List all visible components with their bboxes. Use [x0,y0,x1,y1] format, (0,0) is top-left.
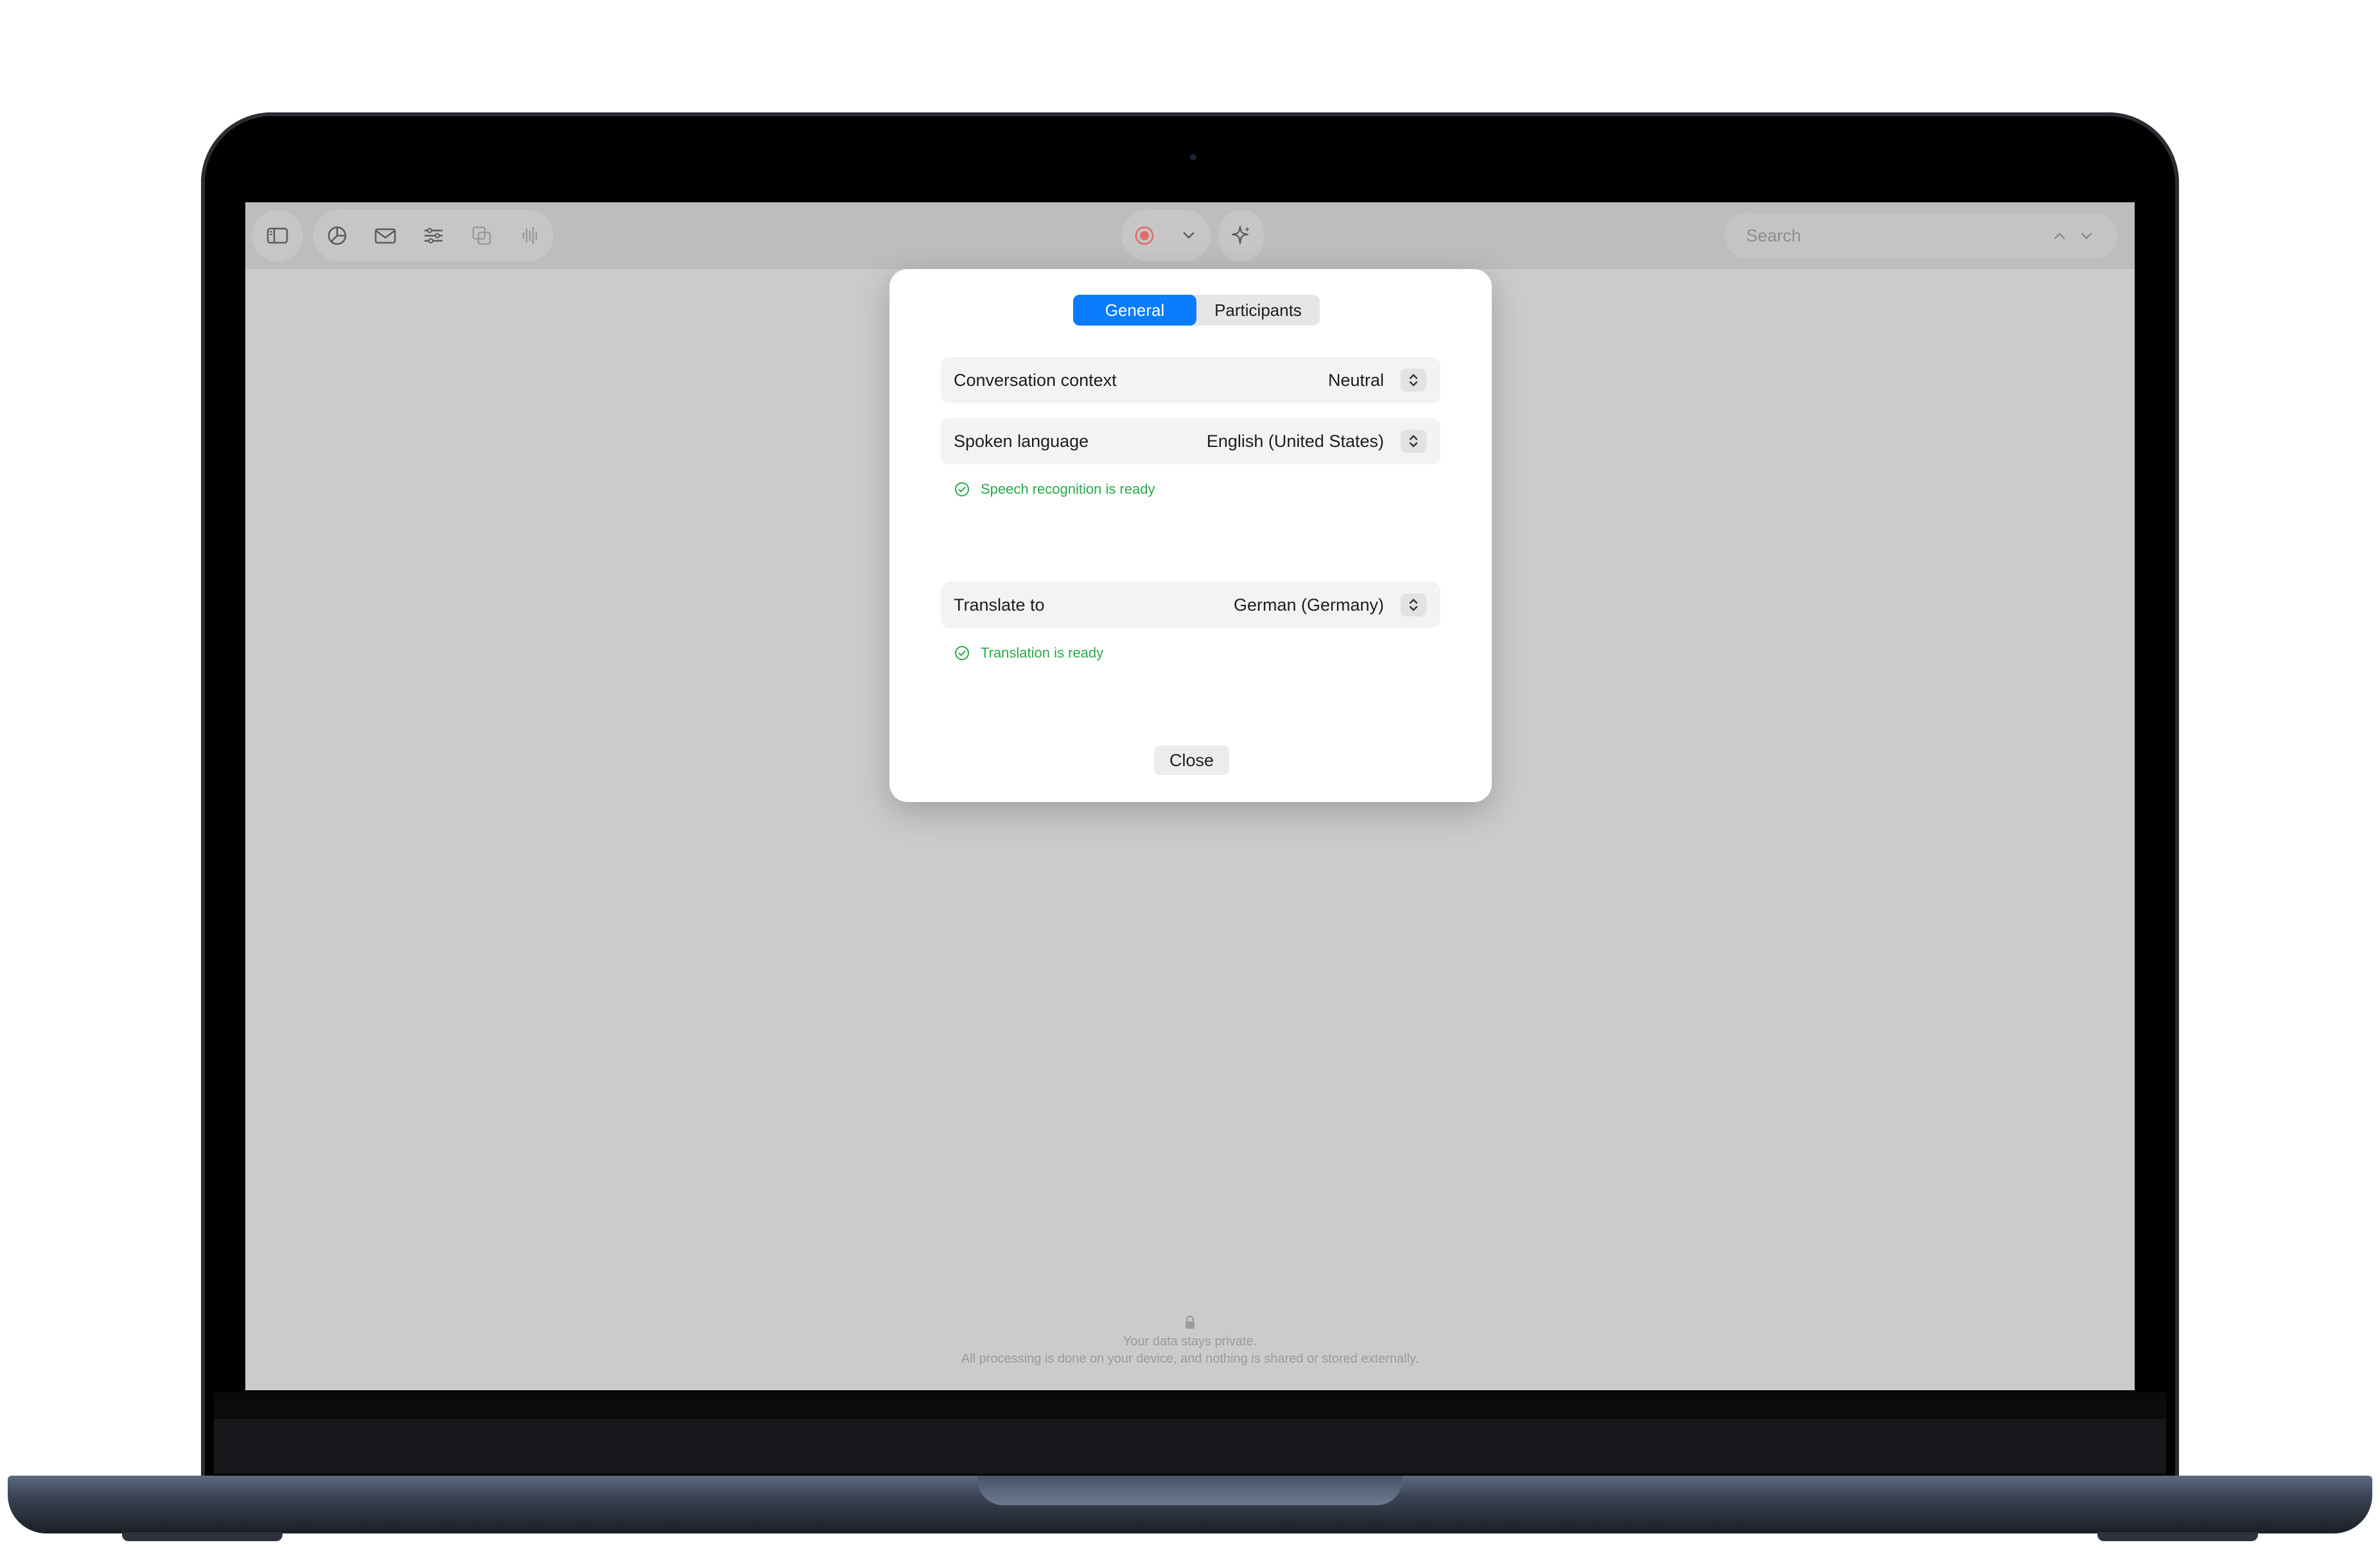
conversation-context-value: Neutral [1327,371,1384,390]
spoken-language-row[interactable]: Spoken language English (United States) [941,418,1440,464]
checkmark-circle-icon [955,482,969,496]
translate-to-row[interactable]: Translate to German (Germany) [941,582,1440,628]
search-input[interactable]: Search [1746,213,1801,258]
close-button[interactable]: Close [1154,746,1229,775]
app-window: Search General Participants Conversation… [245,202,2135,1390]
record-icon[interactable] [1129,220,1160,251]
lock-icon [1186,1315,1194,1329]
laptop-foot [2097,1532,2258,1541]
toolbar-tools-group [313,210,554,261]
speech-status-text: Speech recognition is ready [981,481,1155,497]
laptop-foot [122,1532,283,1541]
translate-to-label: Translate to [954,595,1045,615]
sliders-icon[interactable] [418,220,449,251]
laptop-chin [214,1419,2166,1474]
record-group [1122,210,1211,261]
mail-icon[interactable] [370,220,401,251]
chevron-up-down-icon [1409,598,1418,611]
chevron-down-icon[interactable] [1173,220,1204,251]
checkmark-circle-icon [955,646,969,660]
translate-to-popup[interactable] [1401,593,1426,616]
camera [1190,154,1196,161]
chevron-up-icon[interactable] [2052,223,2067,248]
speech-status: Speech recognition is ready [954,478,1155,500]
chevron-up-down-icon [1409,435,1418,448]
sidebar-toggle-button[interactable] [252,210,303,261]
conversation-context-popup[interactable] [1401,369,1426,392]
spoken-language-popup[interactable] [1401,430,1426,453]
tab-general[interactable]: General [1073,295,1196,326]
privacy-line-2: All processing is done on your device, a… [961,1352,1419,1366]
ai-assist-button[interactable] [1219,210,1264,261]
chevron-down-icon[interactable] [2079,223,2094,248]
tab-control: General Participants [1073,295,1320,326]
spoken-language-value: English (United States) [1206,432,1384,451]
settings-dialog: General Participants Conversation contex… [889,269,1492,802]
conversation-context-row[interactable]: Conversation context Neutral [941,357,1440,403]
chart-icon[interactable] [322,220,353,251]
sidebar-icon [262,220,293,251]
laptop-notch [977,1476,1403,1505]
chevron-up-down-icon [1409,374,1418,387]
tab-participants[interactable]: Participants [1196,295,1320,326]
search-navigation [2052,223,2094,248]
translate-to-value: German (Germany) [1233,595,1384,615]
translation-status-text: Translation is ready [981,645,1104,661]
toolbar: Search [245,202,2135,269]
sparkle-icon [1226,220,1257,251]
translation-status: Translation is ready [954,642,1103,664]
search-field[interactable]: Search [1724,213,2117,258]
copy-icon[interactable] [466,220,497,251]
spoken-language-label: Spoken language [954,432,1089,451]
conversation-context-label: Conversation context [954,371,1117,390]
privacy-line-1: Your data stays private. [1123,1334,1257,1349]
waveform-icon[interactable] [514,220,545,251]
laptop-hinge [214,1392,2166,1419]
